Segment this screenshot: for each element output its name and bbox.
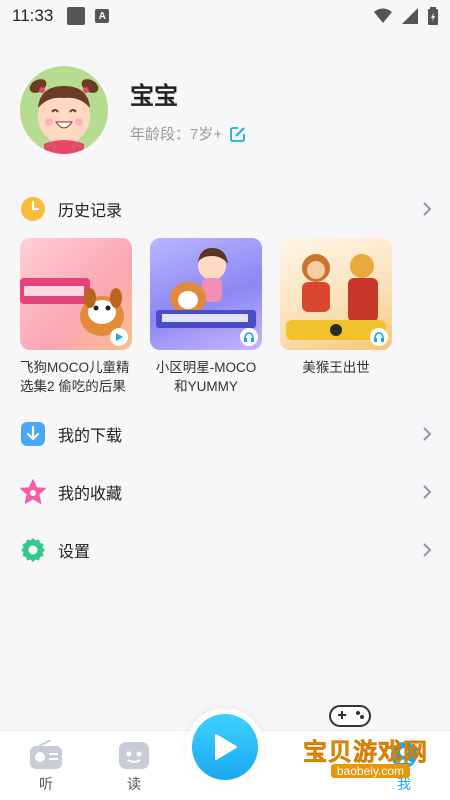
history-card[interactable]: 美猴王出世: [280, 238, 392, 403]
status-bar: 11:33 A: [0, 0, 450, 32]
book-robot-icon: [119, 742, 149, 769]
chevron-right-icon: [423, 202, 432, 216]
nav-listen[interactable]: 听: [16, 740, 76, 794]
favorites-label: 我的收藏: [58, 486, 123, 503]
cellular-icon: [402, 8, 418, 24]
watermark-text: 宝贝游戏网: [303, 739, 428, 767]
history-thumbnail[interactable]: [20, 238, 132, 350]
profile-header[interactable]: 宝宝 年龄段：7岁+: [20, 66, 246, 154]
settings-row[interactable]: 设置: [20, 530, 432, 570]
play-badge-icon: [110, 328, 128, 346]
settings-label: 设置: [58, 544, 91, 561]
status-right: [374, 7, 438, 25]
history-card-title: 美猴王出世: [302, 360, 370, 375]
nav-read[interactable]: 读: [104, 740, 164, 794]
profile-text: 宝宝 年龄段：7岁+: [130, 76, 246, 144]
profile-name: 宝宝: [130, 83, 178, 110]
history-card[interactable]: 飞狗MOCO儿童精选集2 偷吃的后果: [20, 238, 132, 403]
radio-icon: [30, 740, 62, 769]
download-row[interactable]: 我的下载: [20, 414, 432, 454]
chevron-right-icon: [423, 427, 432, 441]
download-icon: [20, 421, 46, 447]
clock-icon: [20, 196, 46, 222]
notification-icon: [67, 7, 86, 25]
watermark: 宝贝游戏网 baobeiy.com: [280, 702, 428, 780]
history-thumbnail[interactable]: [150, 238, 262, 350]
age-label: 年龄段：7岁+: [130, 126, 223, 143]
age-group[interactable]: 年龄段：7岁+: [130, 123, 246, 144]
watermark-url: baobeiy.com: [330, 764, 410, 778]
history-label: 历史记录: [58, 203, 123, 220]
history-list: 飞狗MOCO儿童精选集2 偷吃的后果 小区明星-MOCO和YUMMY 美猴王出世: [20, 238, 450, 403]
listen-badge-icon: [370, 328, 388, 346]
history-card-title: 小区明星-MOCO和YUMMY: [155, 360, 257, 394]
girl-avatar-icon: [20, 66, 108, 154]
gamepad-icon: [329, 705, 371, 727]
favorites-row[interactable]: 我的收藏: [20, 472, 432, 512]
nav-listen-label: 听: [39, 776, 53, 792]
star-icon: [20, 479, 46, 505]
chevron-right-icon: [423, 543, 432, 557]
status-time: 11:33: [12, 6, 54, 25]
a-app-icon: A: [95, 9, 110, 23]
wifi-icon: [374, 8, 392, 23]
chevron-right-icon: [423, 485, 432, 499]
play-icon: [215, 734, 237, 760]
nav-read-label: 读: [127, 776, 141, 792]
history-thumbnail[interactable]: [280, 238, 392, 350]
download-label: 我的下载: [58, 428, 123, 445]
play-circle[interactable]: [192, 714, 258, 780]
nav-play-button[interactable]: [186, 708, 264, 786]
history-card-title: 飞狗MOCO儿童精选集2 偷吃的后果: [20, 360, 130, 394]
gear-icon: [20, 537, 46, 563]
listen-badge-icon: [240, 328, 258, 346]
edit-icon[interactable]: [230, 126, 246, 142]
avatar[interactable]: [20, 66, 108, 154]
history-row[interactable]: 历史记录: [20, 189, 432, 229]
battery-icon: [428, 7, 438, 25]
history-card[interactable]: 小区明星-MOCO和YUMMY: [150, 238, 262, 403]
